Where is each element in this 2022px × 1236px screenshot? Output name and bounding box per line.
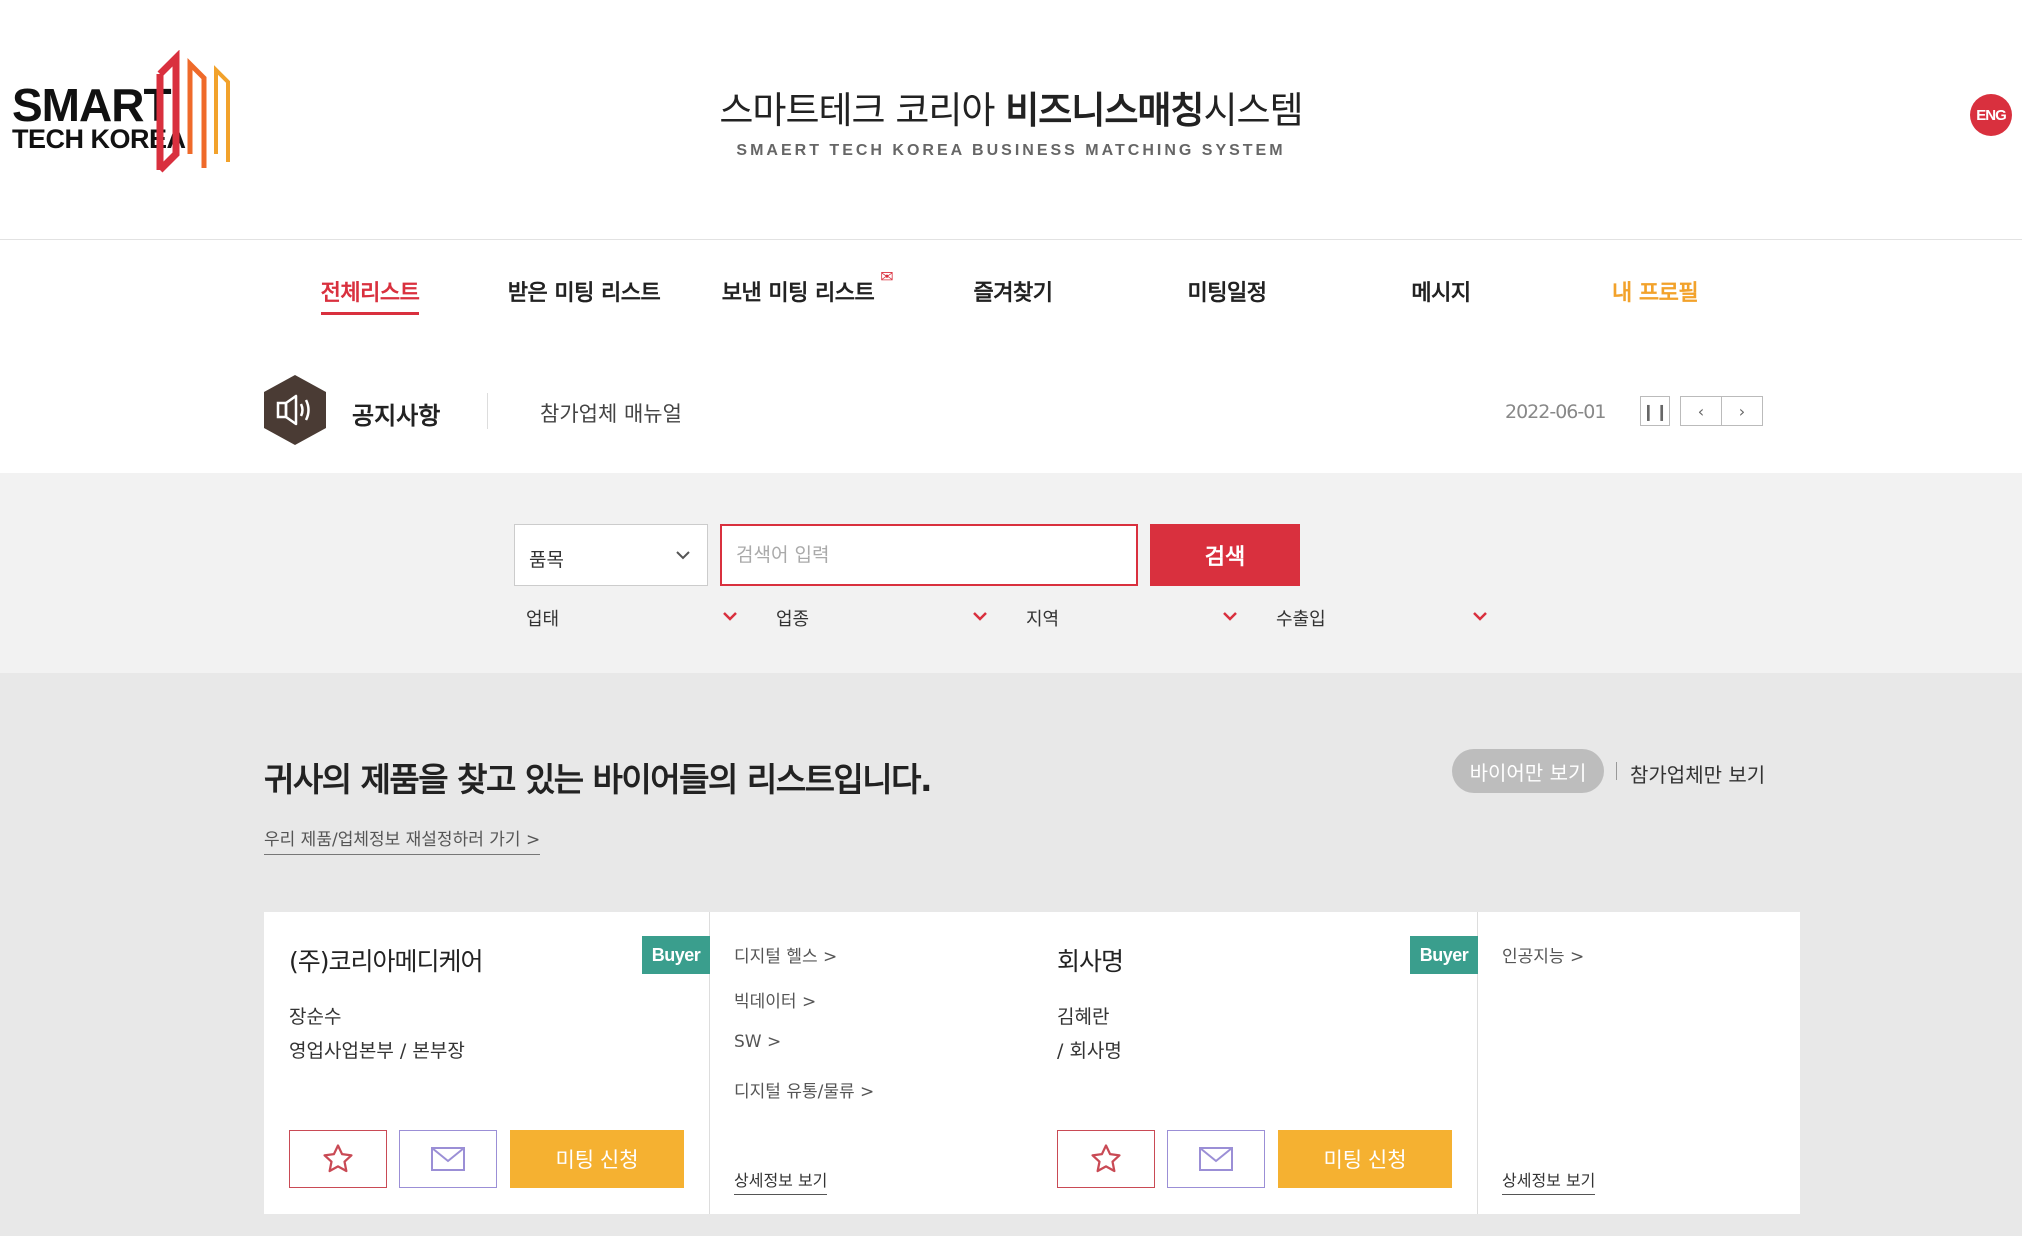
chevron-down-icon [676, 551, 690, 560]
filter-import-export[interactable]: 수출입 [1264, 603, 1490, 633]
search-category-value: 품목 [529, 549, 564, 571]
chevron-down-icon [723, 612, 737, 621]
buyer-list-section: 귀사의 제품을 찾고 있는 바이어들의 리스트입니다. 바이어만 보기 참가업체… [0, 673, 2022, 1236]
contact-department: / 회사명 [1057, 1040, 1122, 1062]
request-meeting-button[interactable]: 미팅 신청 [1278, 1130, 1452, 1188]
product-tag-link[interactable]: SW > [734, 1032, 1014, 1077]
buyer-card-info: 회사명 Buyer 김혜란 / 회사명 미팅 신청 [1032, 912, 1478, 1214]
nav-sent-meetings-label: 보낸 미팅 리스트 [721, 281, 875, 306]
nav-all-list-label: 전체리스트 [320, 281, 420, 315]
product-tag-link[interactable]: 디지털 헬스 > [734, 942, 1014, 987]
envelope-icon [431, 1147, 465, 1171]
nav-received-meetings[interactable]: 받은 미팅 리스트 [484, 275, 684, 307]
nav-all-list[interactable]: 전체리스트 [270, 275, 470, 315]
product-tag-link[interactable]: 인공지능 > [1502, 942, 1782, 987]
notice-item-link[interactable]: 참가업체 매뉴얼 [540, 398, 682, 428]
view-details-link[interactable]: 상세정보 보기 [734, 1167, 828, 1195]
notice-title: 공지사항 [352, 402, 441, 430]
product-tag-link[interactable]: 디지털 유통/물류 > [734, 1077, 1014, 1122]
star-icon [1091, 1144, 1121, 1173]
site-title: 스마트테크 코리아 비즈니스매칭시스템 SMAERT TECH KOREA BU… [0, 80, 2022, 160]
show-buyers-only-button[interactable]: 바이어만 보기 [1452, 749, 1604, 793]
search-category-select[interactable]: 품목 [514, 524, 708, 586]
contact-name: 김혜란 [1057, 1006, 1110, 1028]
view-details-link[interactable]: 상세정보 보기 [1502, 1167, 1596, 1195]
reset-company-info-link[interactable]: 우리 제품/업체정보 재설정하러 가기 > [264, 825, 541, 855]
filter-business-type-label: 업태 [526, 609, 560, 630]
buyer-card-info: (주)코리아메디케어 Buyer 장순수 영업사업본부 / 본부장 미팅 신청 [264, 912, 710, 1214]
buyer-card: 회사명 Buyer 김혜란 / 회사명 미팅 신청 인공지능 > 상세정보 보기 [1032, 912, 1800, 1214]
language-toggle-button[interactable]: ENG [1970, 94, 2012, 136]
notice-date: 2022-06-01 [1505, 401, 1606, 423]
nav-received-meetings-label: 받은 미팅 리스트 [507, 281, 661, 306]
favorite-button[interactable] [289, 1130, 387, 1188]
nav-favorites-label: 즐겨찾기 [973, 281, 1053, 306]
nav-my-profile[interactable]: 내 프로필 [1555, 275, 1755, 307]
notice-bar: 공지사항 참가업체 매뉴얼 2022-06-01 ❙❙ ‹ › [0, 351, 2022, 473]
send-message-button[interactable] [1167, 1130, 1265, 1188]
list-heading: 귀사의 제품을 찾고 있는 바이어들의 리스트입니다. [264, 760, 933, 799]
site-title-part-1: 스마트테크 코리아 [719, 89, 1006, 132]
contact-department: 영업사업본부 / 본부장 [289, 1040, 465, 1062]
nav-messages-label: 메시지 [1411, 281, 1471, 306]
envelope-icon [1199, 1147, 1233, 1171]
nav-meeting-schedule-label: 미팅일정 [1187, 281, 1267, 306]
company-name: (주)코리아메디케어 [289, 947, 484, 976]
site-title-part-2: 시스템 [1203, 89, 1303, 132]
chevron-down-icon [973, 612, 987, 621]
star-icon [323, 1144, 353, 1173]
search-button[interactable]: 검색 [1150, 524, 1300, 586]
send-message-button[interactable] [399, 1130, 497, 1188]
chevron-down-icon [1223, 612, 1237, 621]
nav-messages[interactable]: 메시지 [1341, 275, 1541, 307]
nav-favorites[interactable]: 즐겨찾기 [913, 275, 1113, 307]
show-participants-only-button[interactable]: 참가업체만 보기 [1630, 759, 1765, 788]
buyer-badge: Buyer [1410, 936, 1478, 974]
main-nav: 전체리스트 받은 미팅 리스트 보낸 미팅 리스트 ✉ 즐겨찾기 미팅일정 메시지… [0, 241, 2022, 351]
chevron-down-icon [1473, 612, 1487, 621]
company-name: 회사명 [1057, 947, 1124, 976]
nav-my-profile-label: 내 프로필 [1611, 281, 1699, 306]
megaphone-icon [264, 375, 326, 445]
new-mail-icon: ✉ [880, 267, 894, 286]
product-tag-link[interactable]: 빅데이터 > [734, 987, 1014, 1032]
request-meeting-button[interactable]: 미팅 신청 [510, 1130, 684, 1188]
chevron-left-icon[interactable]: ‹ [1680, 396, 1722, 426]
notice-divider [487, 393, 488, 429]
filter-import-export-label: 수출입 [1276, 609, 1326, 630]
nav-meeting-schedule[interactable]: 미팅일정 [1127, 275, 1327, 307]
toggle-divider [1616, 762, 1617, 780]
site-title-english: SMAERT TECH KOREA BUSINESS MATCHING SYST… [736, 142, 1286, 159]
product-tags: 디지털 헬스 > 빅데이터 > SW > 디지털 유통/물류 > [734, 942, 1014, 1122]
buyer-card: (주)코리아메디케어 Buyer 장순수 영업사업본부 / 본부장 미팅 신청 … [264, 912, 1032, 1214]
chevron-right-icon[interactable]: › [1721, 396, 1763, 426]
site-header: SMART TECH KOREA 스마트테크 코리아 비즈니스매칭시스템 SMA… [0, 0, 2022, 240]
search-panel: 품목 검색 업태 업종 지역 수출입 [0, 473, 2022, 673]
site-title-korean: 스마트테크 코리아 비즈니스매칭시스템 [0, 80, 2022, 134]
site-title-bold: 비즈니스매칭 [1005, 89, 1204, 132]
filter-region[interactable]: 지역 [1014, 603, 1240, 633]
buyer-badge: Buyer [642, 936, 710, 974]
filter-business-type[interactable]: 업태 [514, 603, 740, 633]
filter-industry[interactable]: 업종 [764, 603, 990, 633]
favorite-button[interactable] [1057, 1130, 1155, 1188]
nav-sent-meetings[interactable]: 보낸 미팅 리스트 ✉ [698, 267, 898, 307]
search-input[interactable] [720, 524, 1138, 586]
filter-region-label: 지역 [1026, 609, 1060, 630]
product-tags: 인공지능 > [1502, 942, 1782, 987]
pause-icon[interactable]: ❙❙ [1640, 396, 1670, 426]
contact-name: 장순수 [289, 1006, 342, 1028]
filter-industry-label: 업종 [776, 609, 810, 630]
